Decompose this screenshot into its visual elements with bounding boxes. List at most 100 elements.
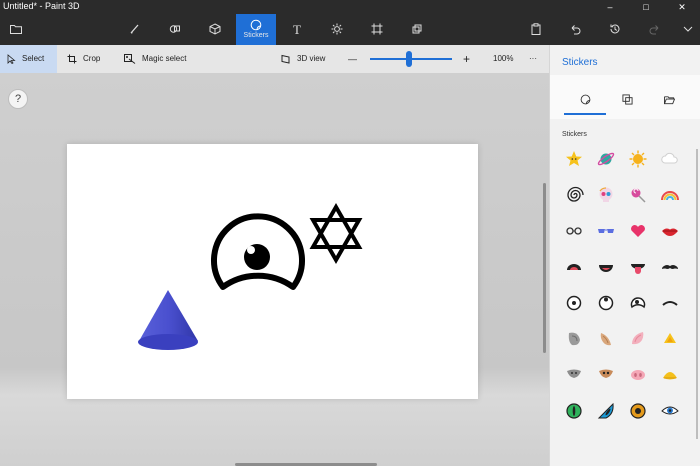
magic-select-icon	[124, 53, 136, 64]
text-tab[interactable]: T	[278, 14, 316, 45]
3d-view-button[interactable]: 3D view	[281, 45, 325, 73]
cube-icon	[209, 23, 221, 35]
nose-beak-sticker[interactable]	[660, 365, 680, 385]
tab-custom-sticker[interactable]	[648, 85, 690, 115]
mustache-sticker[interactable]	[660, 257, 680, 277]
crop-label: Crop	[83, 54, 101, 63]
heart-sticker[interactable]	[628, 221, 648, 241]
star-face-sticker[interactable]	[564, 149, 584, 169]
window-title: Untitled* - Paint 3D	[3, 1, 80, 11]
lips-sticker[interactable]	[660, 221, 680, 241]
select-label: Select	[22, 54, 45, 63]
blue-cone-shape[interactable]	[138, 290, 198, 350]
drawing-canvas[interactable]	[67, 144, 478, 399]
sticker-icon	[250, 19, 262, 31]
ear-tan-sticker[interactable]	[596, 329, 616, 349]
3d-shapes-tab[interactable]	[196, 14, 234, 45]
zoom-slider-thumb[interactable]	[406, 51, 412, 67]
eye-green-sticker[interactable]	[564, 401, 584, 421]
stickers-panel: Stickers Stickers	[549, 45, 700, 466]
nose-gray-sticker[interactable]	[564, 365, 584, 385]
undo-button[interactable]	[557, 14, 593, 45]
panel-scrollbar[interactable]	[696, 149, 698, 439]
smile-mouth-sticker[interactable]	[596, 257, 616, 277]
redo-button[interactable]	[637, 14, 673, 45]
stickers-tab-label: Stickers	[243, 32, 269, 39]
nose-tan-sticker[interactable]	[596, 365, 616, 385]
open-mouth-sticker[interactable]	[564, 257, 584, 277]
undo-icon	[571, 25, 581, 35]
redo-icon	[649, 25, 659, 35]
tongue-sticker[interactable]	[628, 257, 648, 277]
brush-icon	[130, 24, 139, 34]
3d-view-label: 3D view	[297, 54, 326, 63]
2d-shapes-tab[interactable]	[156, 14, 194, 45]
2d-shapes-icon	[169, 25, 180, 33]
minimize-button[interactable]: –	[592, 0, 628, 14]
remix3d-tab[interactable]	[398, 14, 436, 45]
nose-pig-sticker[interactable]	[628, 365, 648, 385]
folder-open-icon	[663, 96, 675, 104]
eyebrow-sticker[interactable]	[660, 293, 680, 313]
panel-title: Stickers	[562, 57, 598, 68]
panel-tabs	[550, 75, 700, 119]
spiral-sticker[interactable]	[564, 185, 584, 205]
main-ribbon: Stickers T	[0, 14, 700, 45]
texture-icon	[621, 94, 633, 105]
eye-amber-sticker[interactable]	[628, 401, 648, 421]
canvas-icon	[371, 23, 383, 35]
maximize-button[interactable]: □	[628, 0, 664, 14]
3d-view-icon	[281, 54, 290, 64]
skull-sticker[interactable]	[596, 185, 616, 205]
planet-sticker[interactable]	[596, 149, 616, 169]
canvas-tab[interactable]	[358, 14, 396, 45]
zoom-in-button[interactable]: +	[463, 45, 470, 73]
eye-teal-sticker[interactable]	[596, 401, 616, 421]
effects-tab[interactable]	[318, 14, 356, 45]
workspace: ?	[0, 73, 549, 466]
eye-blue-sticker[interactable]	[660, 401, 680, 421]
sun-face-sticker[interactable]	[628, 149, 648, 169]
more-options-button[interactable]: ···	[529, 45, 537, 73]
paint3d-window: Untitled* - Paint 3D – □ ✕ Stickers T Se…	[0, 0, 700, 466]
paste-icon	[531, 23, 541, 36]
eye-up-sticker[interactable]	[596, 293, 616, 313]
expand-ribbon-button[interactable]	[676, 14, 700, 45]
magic-select-label: Magic select	[142, 54, 187, 63]
brushes-tab[interactable]	[116, 14, 154, 45]
six-point-star-shape[interactable]	[309, 202, 363, 265]
magic-select-button[interactable]: Magic select	[124, 45, 186, 73]
stickers-section-label: Stickers	[562, 131, 587, 138]
cursor-icon	[7, 54, 16, 64]
select-button[interactable]: Select	[0, 45, 57, 73]
eye-sticker[interactable]	[209, 211, 307, 292]
cloud-sticker[interactable]	[660, 149, 680, 169]
ear-pink-sticker[interactable]	[628, 329, 648, 349]
zoom-out-button[interactable]: —	[348, 45, 357, 73]
chevron-down-icon	[683, 26, 693, 32]
tab-stickers[interactable]	[564, 85, 606, 115]
ear-yellow-sticker[interactable]	[660, 329, 680, 349]
eye-down-sticker[interactable]	[628, 293, 648, 313]
paste-button[interactable]	[518, 14, 554, 45]
ear-gray-sticker[interactable]	[564, 329, 584, 349]
glasses-sticker[interactable]	[564, 221, 584, 241]
canvas-content	[138, 202, 363, 350]
lollipop-sticker[interactable]	[628, 185, 648, 205]
remix3d-icon	[412, 24, 422, 34]
vertical-scrollbar[interactable]	[543, 183, 546, 353]
stickers-tab[interactable]: Stickers	[236, 14, 276, 45]
text-icon: T	[293, 22, 301, 37]
help-button[interactable]: ?	[8, 89, 28, 109]
tab-textures[interactable]	[606, 85, 648, 115]
close-button[interactable]: ✕	[664, 0, 700, 14]
tool-options-bar: Select Crop Magic select 3D view — + 100…	[0, 45, 549, 73]
folder-icon	[10, 25, 22, 35]
crop-icon	[67, 54, 77, 64]
sunglasses-sticker[interactable]	[596, 221, 616, 241]
crop-button[interactable]: Crop	[67, 45, 100, 73]
rainbow-sticker[interactable]	[660, 185, 680, 205]
eye-center-sticker[interactable]	[564, 293, 584, 313]
history-button[interactable]	[597, 14, 633, 45]
menu-button[interactable]	[0, 14, 32, 45]
